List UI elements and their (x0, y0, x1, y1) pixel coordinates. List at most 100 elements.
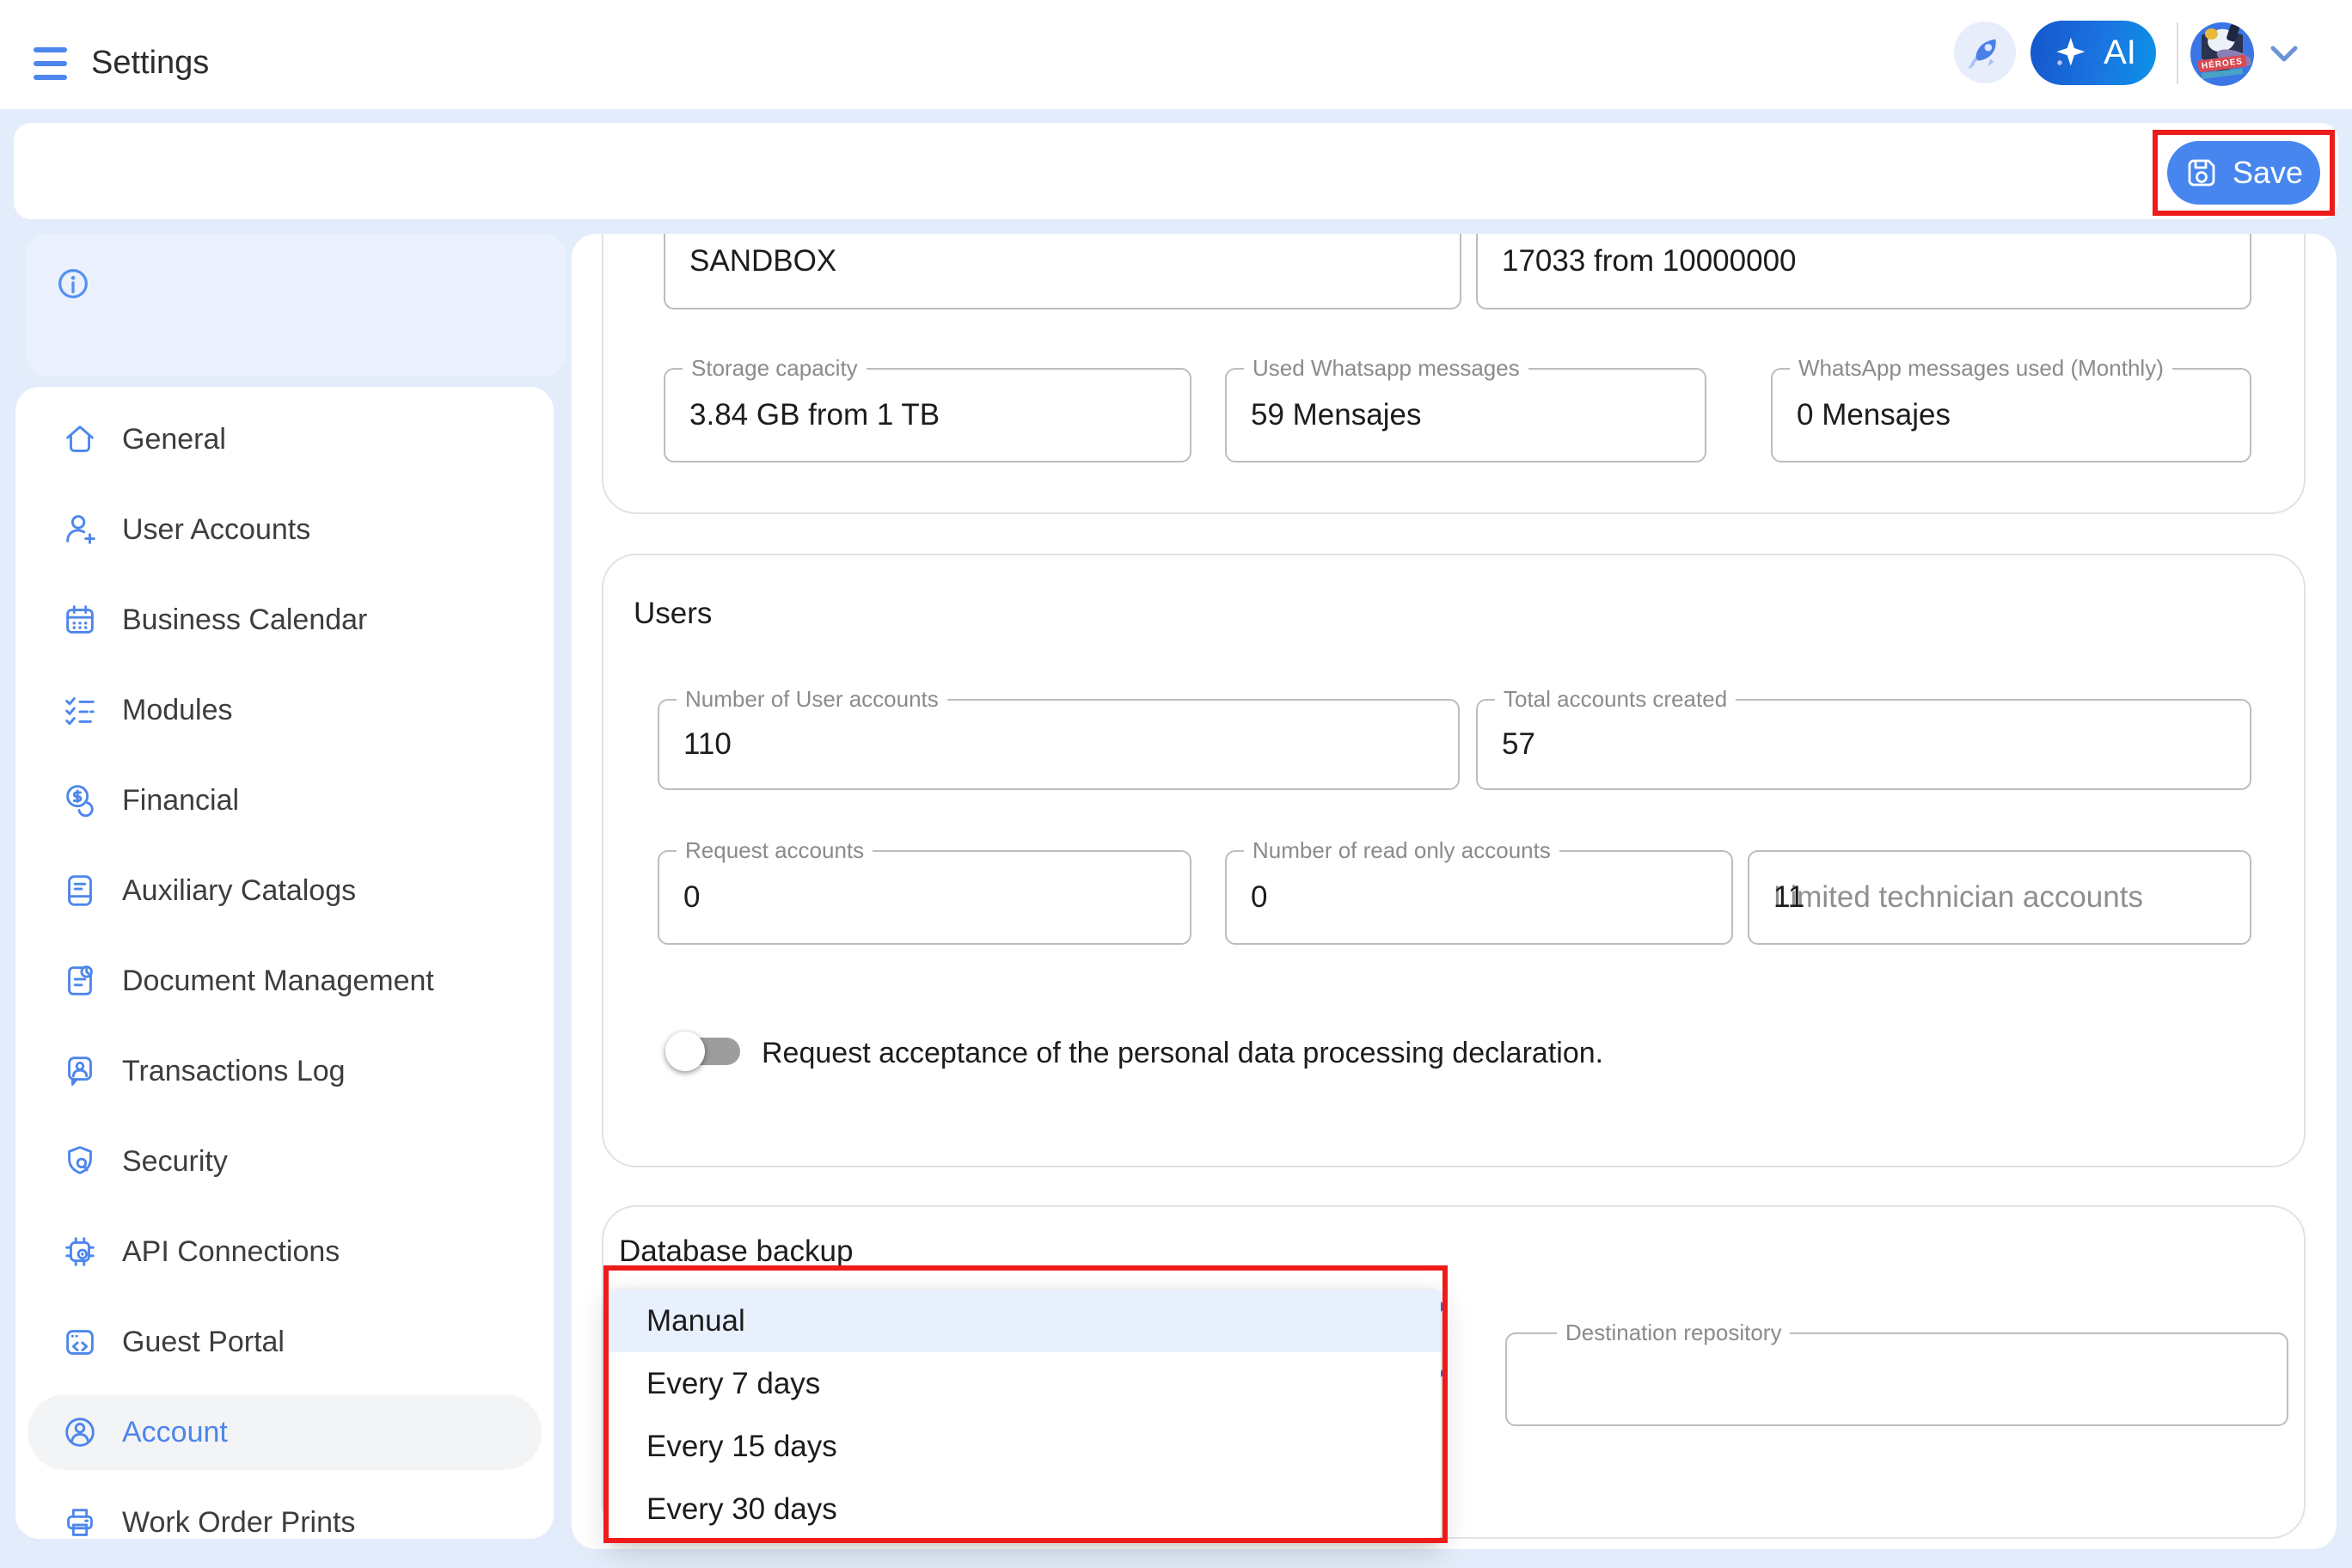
user-circle-icon (60, 1412, 100, 1452)
sidebar-item-label: Document Management (122, 965, 434, 998)
dropdown-option-label: Every 15 days (646, 1430, 837, 1464)
toggle-personal-data-knob[interactable] (665, 1032, 705, 1071)
sidebar-item-label: Transactions Log (122, 1055, 346, 1088)
printer-icon (60, 1503, 100, 1542)
info-banner: Information You have pending changes to … (26, 234, 566, 377)
checklist-icon (60, 690, 100, 730)
toggle-personal-data-label: Request acceptance of the personal data … (762, 1037, 1603, 1070)
sidebar-item-label: General (122, 423, 226, 456)
catalog-book-icon (60, 871, 100, 910)
sidebar-item-financial[interactable]: Financial (28, 763, 542, 838)
field-value: 110 (683, 727, 732, 762)
request-accounts-field[interactable]: Request accounts 0 (658, 850, 1191, 945)
users-card: Users Number of User accounts 110 Total … (602, 554, 2306, 1167)
actions-toolbar (14, 123, 2338, 219)
field-label: Total accounts created (1495, 686, 1736, 713)
sidebar-item-label: Auxiliary Catalogs (122, 874, 356, 908)
storage-capacity-field[interactable]: Storage capacity 3.84 GB from 1 TB (664, 368, 1191, 462)
field-value: 0 (1251, 880, 1267, 915)
hamburger-menu-icon[interactable] (34, 47, 67, 82)
usage-field[interactable]: 17033 from 10000000 (1476, 234, 2251, 309)
sidebar-item-label: Work Order Prints (122, 1506, 355, 1540)
dropdown-option-every-15-days[interactable]: Every 15 days (609, 1415, 1441, 1478)
field-typed-value: 11 (1773, 880, 1804, 915)
rocket-icon (1965, 33, 2005, 72)
calendar-icon (60, 600, 100, 640)
sidebar-item-label: Business Calendar (122, 603, 367, 637)
sidebar-item-label: Guest Portal (122, 1326, 285, 1359)
sidebar-item-transactions-log[interactable]: Transactions Log (28, 1033, 542, 1109)
sidebar-item-work-order-prints[interactable]: Work Order Prints (28, 1485, 542, 1560)
id-badge-icon (60, 1051, 100, 1091)
field-value: 17033 from 10000000 (1502, 244, 1797, 279)
dropdown-option-every-30-days[interactable]: Every 30 days (609, 1478, 1441, 1540)
shield-search-icon (60, 1142, 100, 1181)
field-value: 59 Mensajes (1251, 398, 1421, 432)
save-button-label: Save (2233, 155, 2303, 191)
sidebar-item-label: Security (122, 1145, 228, 1179)
dropdown-option-label: Every 7 days (646, 1367, 820, 1401)
field-label: Number of User accounts (677, 686, 947, 713)
header-divider (2177, 22, 2178, 84)
user-add-icon (60, 510, 100, 549)
dropdown-option-label: Manual (646, 1304, 745, 1338)
field-label: Destination repository (1557, 1320, 1790, 1346)
field-value: 3.84 GB from 1 TB (689, 398, 940, 432)
ai-button-label: AI (2104, 34, 2136, 72)
sidebar-item-account[interactable]: Account (28, 1394, 542, 1470)
sidebar-item-label: Financial (122, 784, 239, 818)
info-icon (53, 264, 93, 303)
sidebar-item-user-accounts[interactable]: User Accounts (28, 492, 542, 567)
sparkle-icon (2050, 34, 2088, 72)
avatar-chevron-down-icon[interactable] (2269, 45, 2299, 64)
dollar-coin-icon (60, 781, 100, 820)
sidebar-item-label: Account (122, 1416, 228, 1449)
save-button[interactable]: Save (2167, 141, 2320, 205)
settings-page: Settings AI HÉROES (0, 0, 2352, 1568)
total-accounts-created-field[interactable]: Total accounts created 57 (1476, 699, 2251, 790)
users-section-title: Users (634, 597, 712, 631)
sidebar-item-api-connections[interactable]: API Connections (28, 1214, 542, 1289)
field-label: Storage capacity (683, 355, 867, 382)
page-title: Settings (91, 45, 209, 82)
sidebar-item-guest-portal[interactable]: Guest Portal (28, 1304, 542, 1380)
home-icon (60, 420, 100, 459)
destination-repository-field[interactable]: Destination repository (1505, 1332, 2288, 1426)
dropdown-option-every-7-days[interactable]: Every 7 days (609, 1352, 1441, 1415)
avatar-helmet (2205, 28, 2218, 40)
avatar[interactable]: HÉROES (2190, 22, 2254, 86)
sidebar-item-label: API Connections (122, 1235, 340, 1269)
field-value: 0 (683, 880, 700, 915)
number-of-user-accounts-field[interactable]: Number of User accounts 110 (658, 699, 1460, 790)
field-value: 57 (1502, 727, 1535, 762)
field-label: Request accounts (677, 837, 873, 864)
limited-technician-accounts-field[interactable]: Limited technician accounts 11 (1748, 850, 2251, 945)
sidebar-item-auxiliary-catalogs[interactable]: Auxiliary Catalogs (28, 853, 542, 928)
chip-gear-icon (60, 1232, 100, 1271)
dropdown-option-label: Every 30 days (646, 1492, 837, 1527)
app-header: Settings AI HÉROES (0, 0, 2352, 109)
environment-field[interactable]: SANDBOX (664, 234, 1461, 309)
dropdown-option-manual[interactable]: Manual (609, 1289, 1441, 1352)
settings-sidebar: General User Accounts Business Calendar (15, 387, 554, 1539)
browser-code-icon (60, 1322, 100, 1362)
backup-frequency-dropdown-menu: Manual Every 7 days Every 15 days Every … (609, 1289, 1441, 1540)
sidebar-item-modules[interactable]: Modules (28, 672, 542, 748)
field-label: Number of read only accounts (1244, 837, 1559, 864)
rocket-button[interactable] (1954, 21, 2016, 83)
whatsapp-monthly-field[interactable]: WhatsApp messages used (Monthly) 0 Mensa… (1771, 368, 2251, 462)
ai-assistant-button[interactable]: AI (2030, 21, 2156, 85)
sidebar-item-label: Modules (122, 694, 233, 727)
account-limits-card: SANDBOX 17033 from 10000000 Storage capa… (602, 234, 2306, 514)
sidebar-item-general[interactable]: General (28, 401, 542, 477)
sidebar-item-security[interactable]: Security (28, 1124, 542, 1199)
read-only-accounts-field[interactable]: Number of read only accounts 0 (1225, 850, 1733, 945)
field-label: Used Whatsapp messages (1244, 355, 1528, 382)
field-value: SANDBOX (689, 244, 836, 279)
sidebar-item-business-calendar[interactable]: Business Calendar (28, 582, 542, 658)
field-value: 0 Mensajes (1797, 398, 1951, 432)
sidebar-item-document-management[interactable]: Document Management (28, 943, 542, 1019)
backup-section-title: Database backup (619, 1234, 853, 1269)
field-placeholder: Limited technician accounts (1773, 880, 2143, 915)
whatsapp-used-field[interactable]: Used Whatsapp messages 59 Mensajes (1225, 368, 1706, 462)
